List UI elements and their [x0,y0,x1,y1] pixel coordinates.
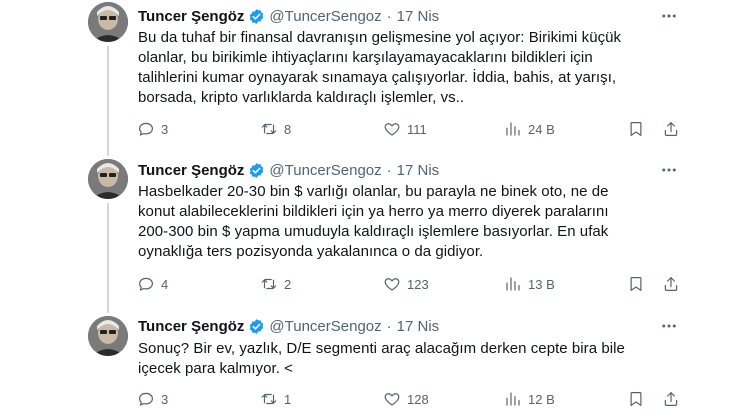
tweet-2[interactable]: Tuncer Şengöz @TuncerSengoz · 17 Nis Has… [0,155,730,313]
views-button[interactable]: 13 B [504,275,555,293]
like-count: 128 [407,391,429,407]
bookmark-button[interactable] [627,120,645,138]
analytics-icon [506,277,520,291]
like-button[interactable]: 123 [383,275,429,293]
reply-button[interactable]: 3 [137,120,168,138]
separator-dot: · [386,161,392,179]
tweet-date[interactable]: 17 Nis [397,8,440,25]
author-handle[interactable]: @TuncerSengoz [269,8,381,25]
reply-count: 3 [161,121,169,137]
verified-badge-icon [250,318,264,334]
analytics-icon [506,122,520,136]
bookmark-button[interactable] [627,275,645,293]
more-options-icon[interactable] [660,317,678,335]
share-icon [664,122,678,136]
like-button[interactable]: 111 [383,120,427,138]
tweet-1[interactable]: Tuncer Şengöz @TuncerSengoz · 17 Nis Bu … [0,0,730,156]
heart-icon [384,393,400,406]
reply-count: 4 [161,276,169,292]
bookmark-button[interactable] [627,390,645,408]
share-icon [664,277,678,291]
author-name[interactable]: Tuncer Şengöz [138,162,244,179]
share-button[interactable] [662,390,680,408]
reply-button[interactable]: 4 [137,275,168,293]
views-button[interactable]: 12 B [504,390,555,408]
author-handle[interactable]: @TuncerSengoz [269,318,381,335]
verified-badge-icon [250,8,264,24]
thread-connector [107,46,109,156]
tweet-3[interactable]: Tuncer Şengöz @TuncerSengoz · 17 Nis Son… [0,310,730,420]
bookmark-icon [630,277,642,291]
tweet-actions: 4 2 123 13 B [132,275,678,295]
tweet-header: Tuncer Şengöz @TuncerSengoz · 17 Nis [138,160,439,180]
analytics-icon [506,392,520,406]
retweet-count: 1 [284,391,292,407]
bookmark-icon [630,392,642,406]
avatar[interactable] [88,2,128,42]
reply-button[interactable]: 3 [137,390,168,408]
verified-badge-icon [250,162,264,178]
share-button[interactable] [662,275,680,293]
avatar[interactable] [88,159,128,199]
retweet-button[interactable]: 2 [260,275,291,293]
avatar[interactable] [88,316,128,356]
tweet-text: Sonuç? Bir ev, yazlık, D/E segmenti araç… [138,340,625,377]
retweet-icon [261,278,277,290]
reply-icon [139,392,153,406]
like-count: 111 [407,121,427,137]
author-name[interactable]: Tuncer Şengöz [138,318,244,335]
like-count: 123 [407,276,429,292]
bookmark-icon [630,122,642,136]
separator-dot: · [386,7,392,25]
retweet-button[interactable]: 8 [260,120,291,138]
author-handle[interactable]: @TuncerSengoz [269,162,381,179]
tweet-header: Tuncer Şengöz @TuncerSengoz · 17 Nis [138,6,439,26]
views-button[interactable]: 24 B [504,120,555,138]
tweet-text: Bu da tuhaf bir finansal davranışın geli… [138,29,622,106]
tweet-thread: Tuncer Şengöz @TuncerSengoz · 17 Nis Bu … [0,0,730,420]
tweet-date[interactable]: 17 Nis [397,162,440,179]
more-options-icon[interactable] [660,161,678,179]
author-name[interactable]: Tuncer Şengöz [138,8,244,25]
reply-count: 3 [161,391,169,407]
retweet-icon [261,123,277,135]
separator-dot: · [386,317,392,335]
tweet-header: Tuncer Şengöz @TuncerSengoz · 17 Nis [138,316,439,336]
share-button[interactable] [662,120,680,138]
tweet-text: Hasbelkader 20-30 bin $ varlığı olanlar,… [138,183,609,260]
tweet-actions: 3 8 111 24 B [132,120,678,140]
reply-icon [139,122,153,136]
more-options-icon[interactable] [660,7,678,25]
reply-icon [139,277,153,291]
thread-connector [107,203,109,313]
retweet-count: 8 [284,121,292,137]
views-count: 12 B [528,391,555,407]
tweet-actions: 3 1 128 12 B [132,390,678,410]
views-count: 13 B [528,276,555,292]
retweet-count: 2 [284,276,292,292]
heart-icon [384,123,400,136]
like-button[interactable]: 128 [383,390,429,408]
share-icon [664,392,678,406]
heart-icon [384,278,400,291]
tweet-date[interactable]: 17 Nis [397,318,440,335]
retweet-button[interactable]: 1 [260,390,291,408]
views-count: 24 B [528,121,555,137]
retweet-icon [261,393,277,405]
